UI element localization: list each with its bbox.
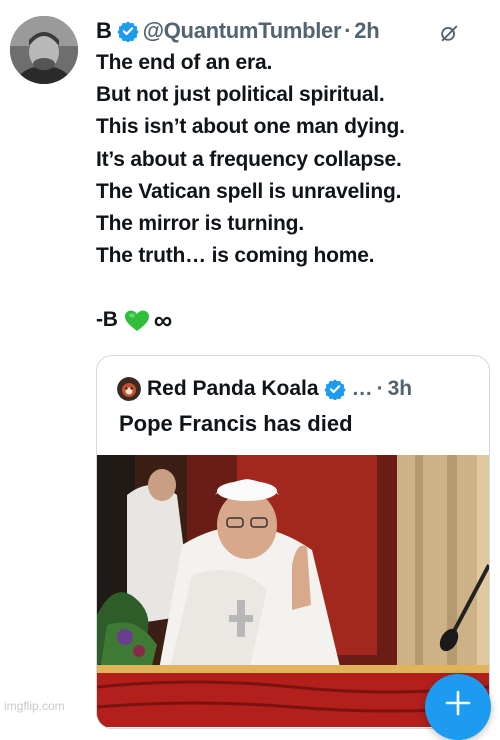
tweet-header: B @QuantumTumbler · 2h <box>96 14 490 48</box>
signature-text: -B <box>96 308 118 332</box>
quoted-timestamp[interactable]: 3h <box>388 377 413 401</box>
compose-post-button[interactable] <box>425 674 491 740</box>
header-separator: · <box>344 18 352 43</box>
tweet-line: The end of an era. <box>96 51 273 74</box>
quoted-separator: · <box>376 377 384 400</box>
infinity-symbol: ∞ <box>153 305 173 336</box>
plus-icon <box>445 690 471 716</box>
author-avatar[interactable] <box>10 16 78 84</box>
quoted-tweet-text: Pope Francis has died <box>119 411 353 436</box>
tweet-body: The end of an era. But not just politica… <box>96 47 490 337</box>
avatar-photo <box>10 16 78 84</box>
green-heart-icon <box>124 310 149 331</box>
tweet-line: The mirror is turning. <box>96 212 304 236</box>
author-handle[interactable]: @QuantumTumbler <box>143 18 342 44</box>
tweet-line: But not just political spiritual. <box>96 83 385 107</box>
grok-icon[interactable] <box>438 22 460 44</box>
quoted-author-avatar[interactable] <box>117 377 141 401</box>
verified-badge-icon <box>323 379 346 400</box>
quoted-tweet-card[interactable]: Red Panda Koala … · 3h Pope Francis has … <box>96 355 490 729</box>
verified-badge-icon <box>116 21 139 42</box>
tweet-line: This isn’t about one man dying. <box>96 115 405 139</box>
tweet-line: The Vatican spell is unraveling. <box>96 179 402 203</box>
quoted-ellipsis: … <box>351 377 373 400</box>
quoted-author-name[interactable]: Red Panda Koala <box>147 377 319 401</box>
imgflip-watermark: imgflip.com <box>4 699 65 713</box>
tweet-line: The truth… is coming home. <box>96 244 375 268</box>
line-spacer <box>96 272 490 304</box>
quoted-tweet-photo[interactable] <box>97 455 489 727</box>
quoted-tweet-header: Red Panda Koala … · 3h <box>117 374 412 404</box>
tweet-line: It’s about a frequency collapse. <box>96 147 402 171</box>
tweet-timestamp[interactable]: 2h <box>354 18 379 44</box>
author-name[interactable]: B <box>96 18 112 44</box>
tweet-signature: -B ∞ <box>96 304 490 336</box>
